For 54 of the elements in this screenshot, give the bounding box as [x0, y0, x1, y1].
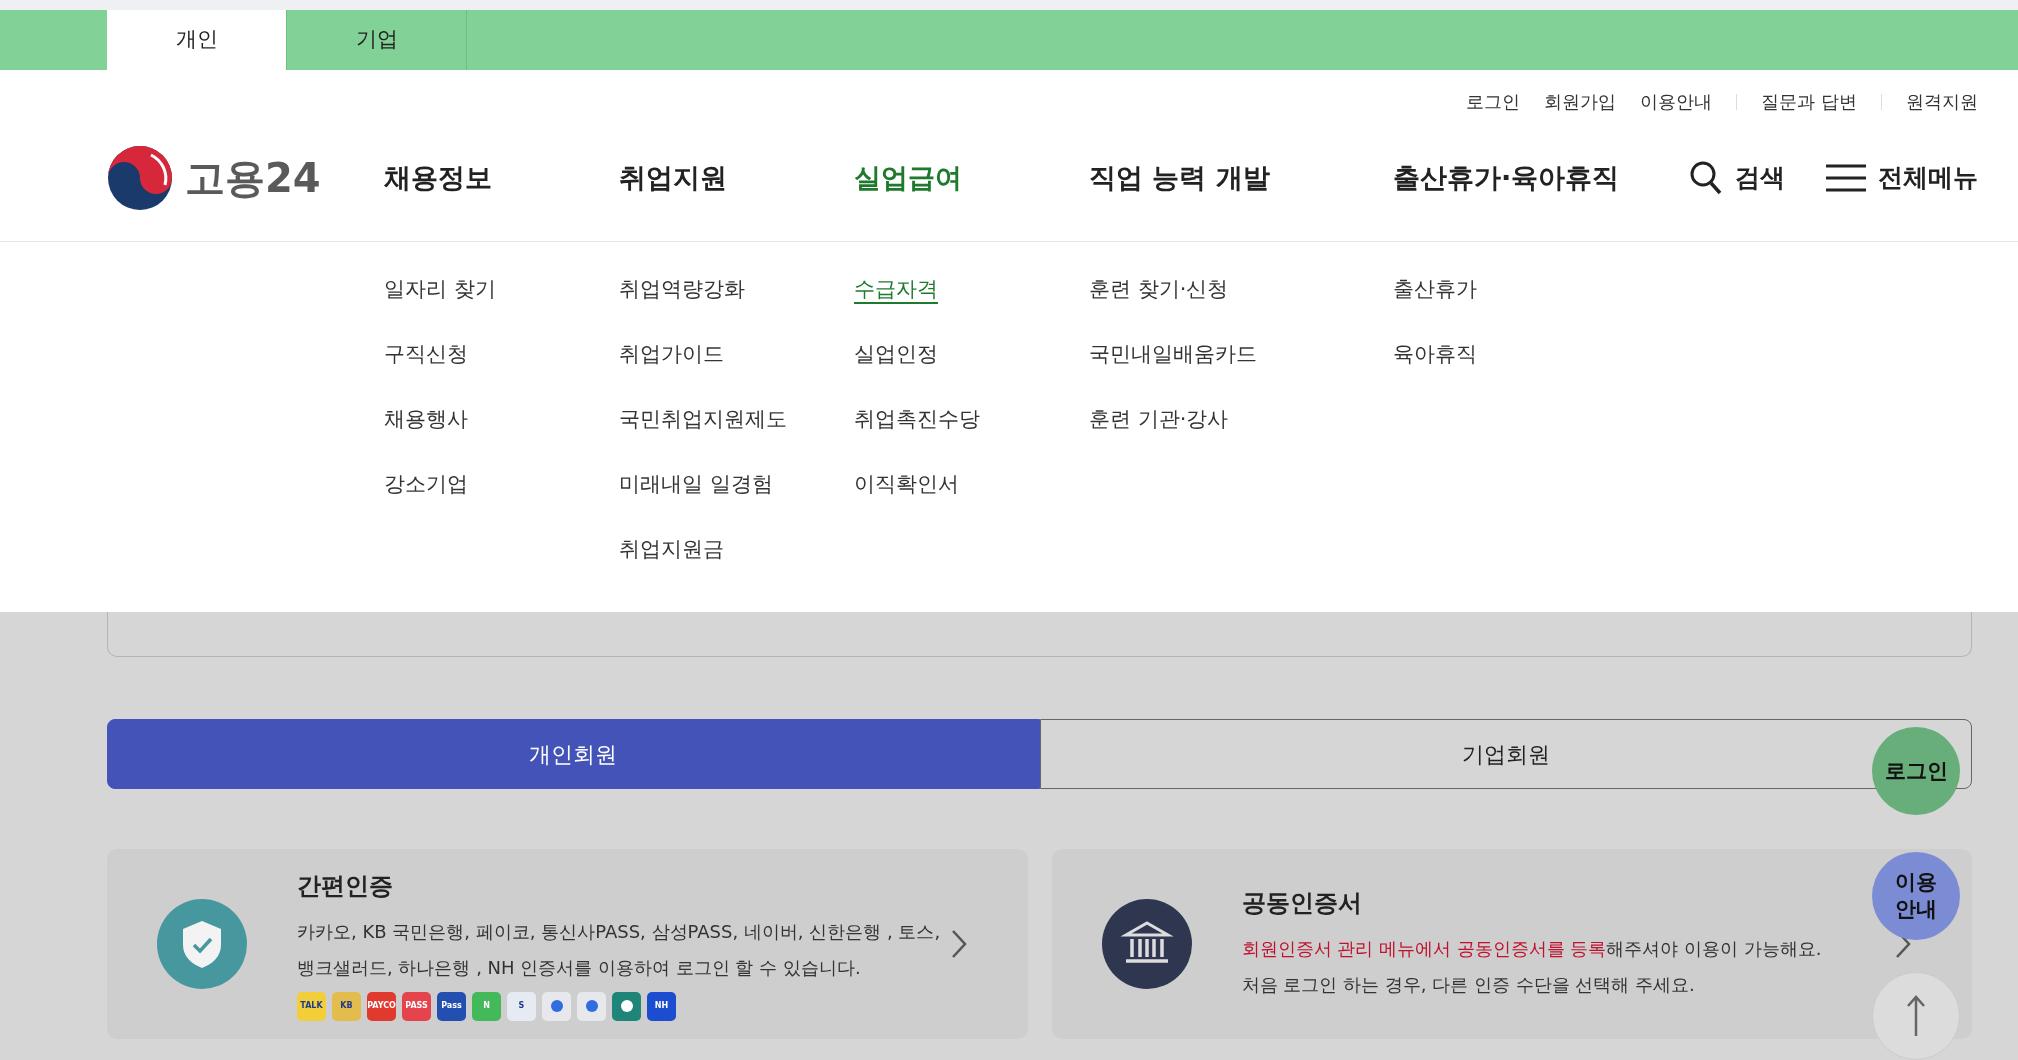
- bank-icon: [1101, 899, 1192, 989]
- utility-link[interactable]: 회원가입: [1544, 88, 1617, 115]
- submenu-item[interactable]: 구직신청: [384, 342, 468, 369]
- brand-logo: PAYCO: [367, 991, 396, 1021]
- card-description: 카카오, KB 국민은행, 페이코, 통신사PASS, 삼성PASS, 네이버, 신한은행 , 토스, 뱅크샐러드, 하나은행 , NH 인증서를 이용하여 로그인 할 수 있습니다.: [297, 919, 942, 980]
- brand-logo: N: [472, 991, 501, 1021]
- brand-logo: NH: [647, 991, 676, 1021]
- submenu-item[interactable]: 수급자격: [854, 277, 938, 304]
- brand-logo: PASS: [402, 991, 431, 1021]
- scope-tab[interactable]: 개인: [107, 10, 287, 70]
- utility-link[interactable]: 이용안내: [1640, 88, 1713, 115]
- nav-item[interactable]: 출산휴가·육아휴직: [1393, 157, 1689, 199]
- submenu-item[interactable]: 훈련 찾기·신청: [1089, 277, 1229, 304]
- card-note: 처음 로그인 하는 경우, 다른 인증 수단을 선택해 주세요.: [1241, 973, 1696, 997]
- submenu-item[interactable]: 국민내일배움카드: [1089, 342, 1257, 369]
- arrow-up-icon: [1906, 994, 1926, 1038]
- submenu-item[interactable]: 국민취업지원제도: [619, 407, 787, 434]
- submenu-item[interactable]: 일자리 찾기: [384, 277, 496, 304]
- card-title: 간편인증: [297, 870, 394, 902]
- shield-check-icon: [157, 899, 247, 989]
- submenu-item[interactable]: 육아휴직: [1393, 342, 1477, 369]
- menu-icon: [1826, 163, 1866, 193]
- all-menu-button[interactable]: 전체메뉴: [1826, 159, 1978, 197]
- search-icon: [1689, 160, 1723, 196]
- nav-item[interactable]: 채용정보: [384, 157, 619, 199]
- utility-link[interactable]: 질문과 답변: [1761, 88, 1857, 115]
- submenu-item[interactable]: 강소기업: [384, 472, 468, 499]
- utility-link[interactable]: 원격지원: [1906, 88, 1978, 115]
- submenu-item[interactable]: 출산휴가: [1393, 277, 1477, 304]
- search-button[interactable]: 검색: [1689, 159, 1785, 197]
- nav-item[interactable]: 취업지원: [619, 157, 854, 199]
- chevron-right-icon: [949, 928, 968, 960]
- submenu-item[interactable]: 취업촉진수당: [854, 407, 980, 434]
- utility-link[interactable]: 로그인: [1466, 88, 1521, 115]
- card-description: 회원인증서 관리 메뉴에서 공동인증서를 등록해주셔야 이용이 가능해요.: [1241, 937, 1823, 961]
- submenu-item[interactable]: 취업가이드: [619, 342, 724, 369]
- submenu-item[interactable]: 채용행사: [384, 407, 468, 434]
- nav-item[interactable]: 직업 능력 개발: [1089, 157, 1393, 199]
- emblem-icon: [107, 145, 173, 211]
- login-method-card[interactable]: 간편인증 카카오, KB 국민은행, 페이코, 통신사PASS, 삼성PASS, 네이버, 신한은행 , 토스, 뱅크샐러드, 하나은행 , NH 인증서를 이용하여 로그인 할 수 있습니다. TALK KB PAYCO PASS Pass N S NH: [107, 849, 1028, 1039]
- member-tab[interactable]: 개인회원: [107, 719, 1040, 789]
- nav-item[interactable]: 실업급여: [854, 157, 1089, 199]
- submenu-item[interactable]: 미래내일 일경험: [619, 472, 773, 499]
- logo-text: 고용24: [185, 154, 321, 203]
- brand-logo: S: [507, 991, 536, 1021]
- submenu-item[interactable]: 이직확인서: [854, 472, 959, 499]
- submenu-item[interactable]: 실업인정: [854, 342, 938, 369]
- card-title: 공동인증서: [1241, 888, 1363, 919]
- submenu-item[interactable]: 취업지원금: [619, 537, 724, 564]
- brand-logo: TALK: [297, 991, 326, 1021]
- submenu-item[interactable]: 훈련 기관·강사: [1089, 407, 1229, 434]
- brand-logo: Pass: [437, 991, 466, 1021]
- submenu-item[interactable]: 취업역량강화: [619, 277, 745, 304]
- brand-logo: KB: [332, 991, 361, 1021]
